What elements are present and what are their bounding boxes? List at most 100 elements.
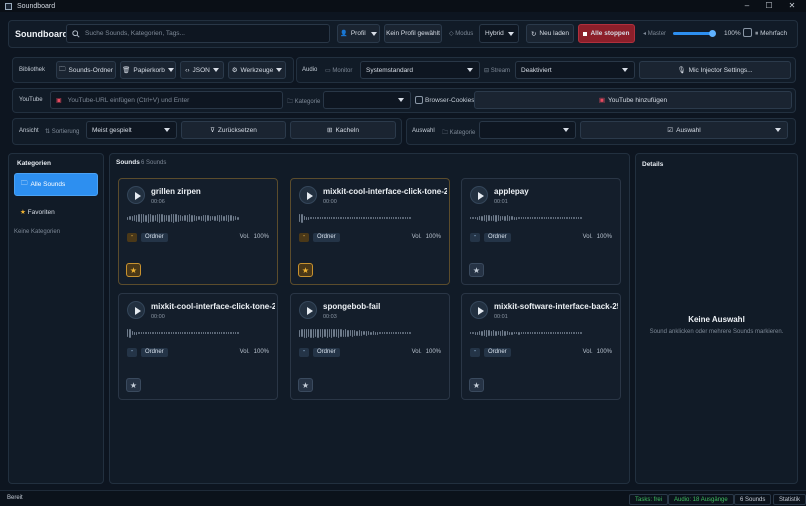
trash-button[interactable]: 🗑 Papierkorb [120, 61, 176, 79]
json-button[interactable]: ‹› JSON [180, 61, 224, 79]
sound-card[interactable]: grillen zirpen 00:06 - Ordner Vol. 100% ★ [118, 178, 278, 285]
multi-checkbox[interactable] [743, 28, 752, 37]
chevron-down-icon [775, 128, 781, 132]
hotkey-badge[interactable]: - [299, 348, 309, 357]
waveform [470, 328, 614, 338]
youtube-category-label: 🗀 Kategorie [287, 99, 321, 105]
chevron-down-icon [167, 68, 174, 72]
selection-action-select[interactable]: ☑ Auswahl [580, 121, 788, 139]
chevron-down-icon [164, 128, 170, 132]
status-tasks: Tasks: frei [629, 494, 669, 505]
sound-card[interactable]: applepay 00:01 - Ordner Vol. 100% ★ [461, 178, 621, 285]
statistics-button[interactable]: Statistik [773, 494, 806, 505]
play-button[interactable] [299, 186, 317, 204]
window-title: Soundboard [17, 2, 56, 10]
user-icon: 👤 [340, 31, 348, 37]
sounds-count: 6 Sounds [141, 160, 167, 166]
search-input[interactable]: Suche Sounds, Kategorien, Tags... [66, 24, 330, 43]
folder-tag[interactable]: Ordner [484, 348, 511, 357]
tiles-button[interactable]: ⊞ Kacheln [290, 121, 396, 139]
folder-tag[interactable]: Ordner [141, 233, 168, 242]
waveform [299, 213, 443, 223]
reset-button[interactable]: ⊽ Zurücksetzen [181, 121, 286, 139]
check-icon: ☑ [667, 127, 674, 134]
no-selection-hint: Sound anklicken oder mehrere Sounds mark… [649, 329, 784, 335]
sound-volume: Vol. 100% [411, 349, 441, 355]
trash-icon: 🗑 [122, 67, 131, 74]
play-button[interactable] [299, 301, 317, 319]
waveform [127, 328, 271, 338]
cookies-label: Browser-Cookies [425, 97, 475, 104]
hotkey-badge[interactable]: - [470, 233, 480, 242]
favorite-star-icon[interactable]: ★ [126, 378, 141, 392]
youtube-category-select[interactable] [323, 91, 411, 109]
title-bar: Soundboard – ☐ ✕ [0, 0, 806, 12]
mode-label: ◇ Modus [449, 31, 474, 37]
app-title: Soundboard [15, 29, 68, 39]
folder-icon: 🗀 [21, 180, 28, 187]
play-button[interactable] [127, 186, 145, 204]
favorite-star-icon[interactable]: ★ [298, 263, 313, 277]
reload-button[interactable]: ↻ Neu laden [526, 24, 574, 43]
sort-select[interactable]: Meist gespielt [86, 121, 177, 139]
youtube-icon: ▣ [598, 97, 605, 104]
hotkey-badge[interactable]: - [127, 233, 137, 242]
tools-button[interactable]: ⚙ Werkzeuge [228, 61, 286, 79]
folder-tag[interactable]: Ordner [313, 233, 340, 242]
mode-select[interactable]: Hybrid [479, 24, 519, 43]
sound-card[interactable]: mixkit-cool-interface-click-tone-2568 00:… [118, 293, 278, 400]
minimize-button[interactable]: – [735, 0, 759, 12]
master-label: ◂ Master [643, 31, 667, 37]
favorite-star-icon[interactable]: ★ [126, 263, 141, 277]
filter-icon: ⊽ [210, 127, 215, 134]
sound-card[interactable]: mixkit-cool-interface-click-tone-2568 00:… [290, 178, 450, 285]
hotkey-badge[interactable]: - [299, 233, 309, 242]
no-selection-title: Keine Auswahl [688, 315, 745, 324]
sound-card[interactable]: mixkit-software-interface-back-2575 00:01… [461, 293, 621, 400]
monitor-select[interactable]: Systemstandard [360, 61, 480, 79]
hotkey-badge[interactable]: - [127, 348, 137, 357]
gear-icon: ⚙ [231, 67, 238, 74]
cookies-checkbox[interactable] [415, 96, 423, 104]
stop-all-button[interactable]: Alle stoppen [578, 24, 635, 43]
folder-icon: 🗀 [59, 65, 66, 73]
folder-tag[interactable]: Ordner [484, 233, 511, 242]
search-icon [72, 29, 80, 38]
hotkey-badge[interactable]: - [470, 348, 480, 357]
maximize-button[interactable]: ☐ [757, 0, 781, 12]
no-categories-text: Keine Kategorien [14, 229, 61, 235]
sidebar-item-all-sounds[interactable]: 🗀 Alle Sounds [14, 173, 98, 196]
folder-tag[interactable]: Ordner [313, 348, 340, 357]
chevron-down-icon [276, 68, 283, 72]
play-button[interactable] [470, 301, 488, 319]
folder-tag[interactable]: Ordner [141, 348, 168, 357]
chevron-down-icon [508, 31, 514, 36]
play-button[interactable] [470, 186, 488, 204]
profile-button[interactable]: 👤 Profil [337, 24, 380, 43]
close-button[interactable]: ✕ [780, 0, 804, 12]
favorite-star-icon[interactable]: ★ [469, 378, 484, 392]
stream-label: ⊟ Stream [484, 68, 511, 74]
sort-label: ⇅ Sortierung [45, 129, 80, 135]
sound-duration: 00:00 [151, 314, 165, 320]
sounds-folder-button[interactable]: 🗀 Sounds-Ordner [56, 61, 116, 79]
youtube-add-button[interactable]: ▣ YouTube hinzufügen [474, 91, 792, 109]
play-button[interactable] [127, 301, 145, 319]
favorite-star-icon[interactable]: ★ [469, 263, 484, 277]
stop-icon [583, 31, 588, 36]
selection-category-select[interactable] [479, 121, 576, 139]
selection-label: Auswahl [412, 128, 435, 134]
chevron-down-icon [398, 98, 404, 102]
slider-handle[interactable] [709, 29, 716, 37]
sound-card[interactable]: spongebob-fail 00:03 - Ordner Vol. 100% ★ [290, 293, 450, 400]
master-volume-value: 100% [724, 30, 741, 37]
master-volume-slider[interactable] [673, 29, 716, 37]
stream-select[interactable]: Deaktiviert [515, 61, 635, 79]
sound-name: grillen zirpen [151, 187, 201, 196]
details-title: Details [642, 161, 664, 168]
mic-injector-button[interactable]: 🎙 Mic Injector Settings... [639, 61, 791, 79]
favorite-star-icon[interactable]: ★ [298, 378, 313, 392]
youtube-url-input[interactable]: ▣ YouTube-URL einfügen (Ctrl+V) und Ente… [50, 91, 283, 109]
sidebar-item-favorites[interactable]: ★ Favoriten [20, 208, 55, 216]
sound-duration: 00:01 [494, 199, 508, 205]
